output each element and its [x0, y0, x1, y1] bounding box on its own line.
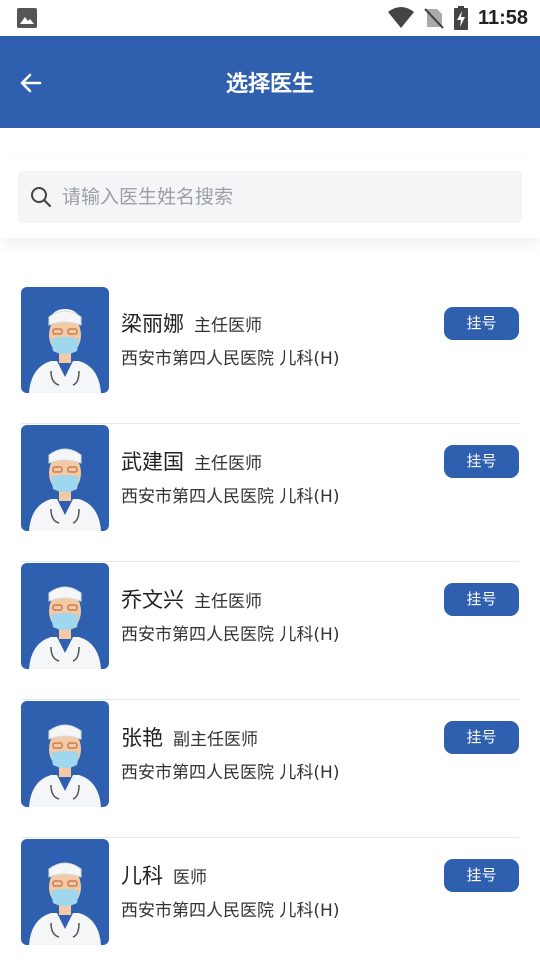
doctor-name-row: 张艳 副主任医师	[121, 722, 258, 752]
doctor-avatar	[21, 701, 109, 807]
doctor-avatar-icon	[29, 862, 101, 945]
doctor-avatar-icon	[29, 448, 101, 531]
doctor-name: 儿科	[121, 864, 163, 888]
doctor-avatar-icon	[29, 309, 101, 393]
doctor-list: 梁丽娜 主任医师 西安市第四人民医院 儿科(H) 挂号 武建国 主任医师 西安市	[21, 286, 519, 960]
register-button[interactable]: 挂号	[444, 445, 519, 478]
doctor-hospital: 西安市第四人民医院 儿科(H)	[121, 763, 340, 783]
doctor-name: 乔文兴	[121, 588, 184, 612]
doctor-title: 主任医师	[194, 316, 262, 336]
doctor-name: 梁丽娜	[121, 312, 184, 336]
doctor-item[interactable]: 张艳 副主任医师 西安市第四人民医院 儿科(H) 挂号	[21, 700, 519, 838]
wifi-icon	[387, 7, 414, 28]
doctor-name-row: 儿科 医师	[121, 860, 207, 890]
doctor-name-row: 武建国 主任医师	[121, 446, 262, 476]
status-time: 11:58	[477, 6, 528, 29]
doctor-item[interactable]: 乔文兴 主任医师 西安市第四人民医院 儿科(H) 挂号	[21, 562, 519, 700]
register-button[interactable]: 挂号	[444, 721, 519, 754]
doctor-avatar-icon	[29, 724, 101, 807]
doctor-item[interactable]: 武建国 主任医师 西安市第四人民医院 儿科(H) 挂号	[21, 424, 519, 562]
doctor-name: 张艳	[121, 726, 163, 750]
register-button[interactable]: 挂号	[444, 583, 519, 616]
doctor-title: 副主任医师	[173, 730, 258, 750]
app-bar: 选择医生	[0, 36, 540, 128]
status-bar: 11:58	[0, 0, 540, 36]
doctor-avatar	[21, 563, 109, 669]
no-sim-icon	[424, 8, 444, 29]
doctor-hospital: 西安市第四人民医院 儿科(H)	[121, 487, 340, 507]
register-button[interactable]: 挂号	[444, 859, 519, 892]
doctor-title: 医师	[173, 868, 207, 888]
image-icon	[17, 8, 37, 28]
doctor-title: 主任医师	[194, 592, 262, 612]
doctor-name-row: 乔文兴 主任医师	[121, 584, 262, 614]
search-box[interactable]	[18, 171, 522, 223]
doctor-item[interactable]: 儿科 医师 西安市第四人民医院 儿科(H) 挂号	[21, 838, 519, 960]
doctor-title: 主任医师	[194, 454, 262, 474]
doctor-avatar	[21, 287, 109, 393]
search-icon	[31, 187, 52, 208]
doctor-name-row: 梁丽娜 主任医师	[121, 308, 262, 338]
doctor-avatar	[21, 839, 109, 945]
doctor-hospital: 西安市第四人民医院 儿科(H)	[121, 349, 340, 369]
register-button[interactable]: 挂号	[444, 307, 519, 340]
page-title: 选择医生	[225, 72, 314, 97]
doctor-avatar	[21, 425, 109, 531]
doctor-hospital: 西安市第四人民医院 儿科(H)	[121, 625, 340, 645]
doctor-name: 武建国	[121, 450, 184, 474]
doctor-item[interactable]: 梁丽娜 主任医师 西安市第四人民医院 儿科(H) 挂号	[21, 286, 519, 424]
battery-charging-icon	[453, 6, 468, 30]
doctor-avatar-icon	[29, 586, 101, 669]
search-input[interactable]	[62, 186, 492, 208]
doctor-hospital: 西安市第四人民医院 儿科(H)	[121, 901, 340, 921]
search-section	[0, 156, 540, 238]
